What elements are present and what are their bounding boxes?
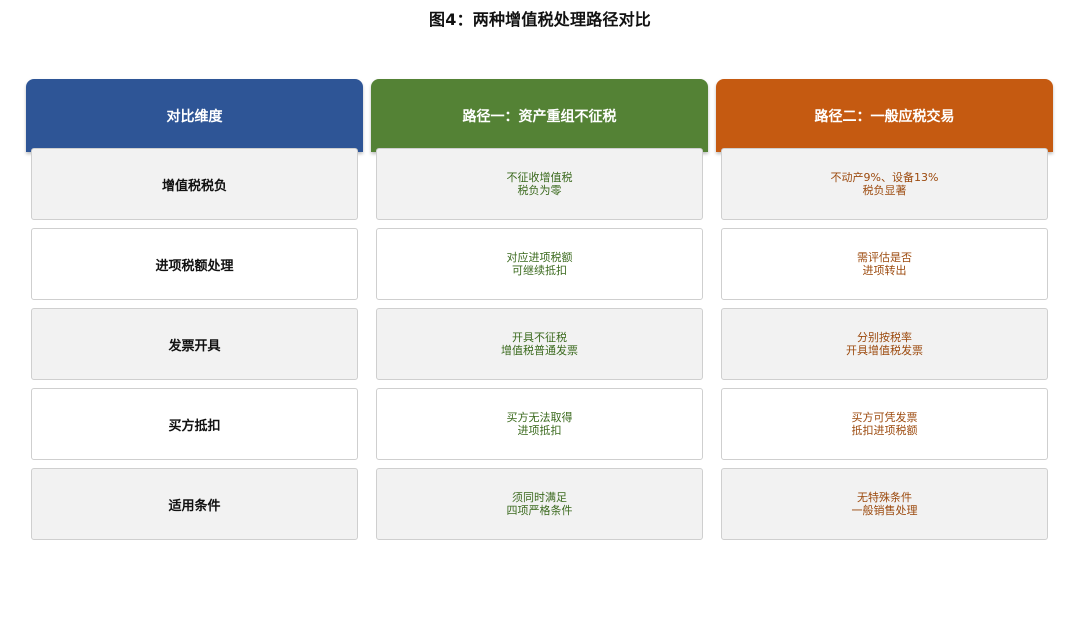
path1-header: 路径一：资产重组不征税	[371, 79, 708, 152]
path2-column: 路径二：一般应税交易 不动产9%、设备13% 税负显著 需评估是否 进项转出 分…	[716, 79, 1053, 549]
dimension-column: 对比维度 增值税税负 进项税额处理 发票开具 买方抵扣 适用条件	[26, 79, 363, 549]
path2-cell-conditions: 无特殊条件 一般销售处理	[721, 468, 1048, 540]
dimension-cell-invoice: 发票开具	[31, 308, 358, 380]
path2-cell-invoice: 分别按税率 开具增值税发票	[721, 308, 1048, 380]
path1-cell-conditions: 须同时满足 四项严格条件	[376, 468, 703, 540]
path1-cell-vat-burden: 不征收增值税 税负为零	[376, 148, 703, 220]
path2-cell-buyer-deduction: 买方可凭发票 抵扣进项税额	[721, 388, 1048, 460]
path1-cell-invoice: 开具不征税 增值税普通发票	[376, 308, 703, 380]
path1-column: 路径一：资产重组不征税 不征收增值税 税负为零 对应进项税额 可继续抵扣 开具不…	[371, 79, 708, 549]
dimension-header: 对比维度	[26, 79, 363, 152]
path2-cell-input-tax: 需评估是否 进项转出	[721, 228, 1048, 300]
page-title: 图4：两种增值税处理路径对比	[429, 10, 651, 29]
path1-cell-buyer-deduction: 买方无法取得 进项抵扣	[376, 388, 703, 460]
path2-cell-vat-burden: 不动产9%、设备13% 税负显著	[721, 148, 1048, 220]
dimension-cell-buyer-deduction: 买方抵扣	[31, 388, 358, 460]
path1-cell-input-tax: 对应进项税额 可继续抵扣	[376, 228, 703, 300]
path2-header: 路径二：一般应税交易	[716, 79, 1053, 152]
dimension-cell-conditions: 适用条件	[31, 468, 358, 540]
dimension-cell-vat-burden: 增值税税负	[31, 148, 358, 220]
dimension-cell-input-tax: 进项税额处理	[31, 228, 358, 300]
